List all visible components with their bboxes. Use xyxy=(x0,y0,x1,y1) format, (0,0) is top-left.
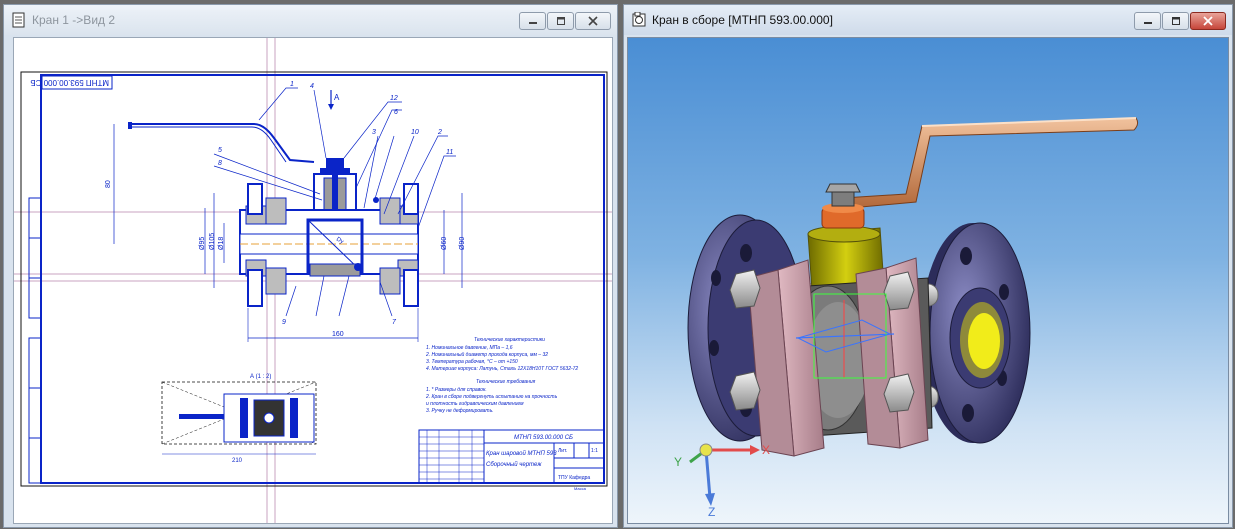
close-icon xyxy=(588,16,598,26)
minimize-icon xyxy=(1143,22,1152,24)
view-label-a-small: А (1 : 2) xyxy=(250,374,271,380)
pos-6: 6 xyxy=(394,109,398,116)
pos-1: 1 xyxy=(290,81,294,88)
pos-10: 10 xyxy=(411,129,419,136)
pos-12: 12 xyxy=(390,95,398,102)
title-block-org: ТПУ Кафедра xyxy=(558,475,590,481)
assembly-icon xyxy=(632,12,646,28)
dim-dia-b: Ø105 xyxy=(209,233,216,250)
req-4: 3. Ручку не деформировать. xyxy=(426,408,494,414)
maximize-button-model[interactable] xyxy=(1162,12,1189,30)
minimize-button[interactable] xyxy=(519,12,546,30)
drawing-window[interactable]: Кран 1 ->Вид 2 МТНП 593.00.000 СБ 80 Ø95… xyxy=(3,4,618,528)
pos-9: 9 xyxy=(282,319,286,326)
title-block-mass: Масса xyxy=(574,486,587,491)
3d-viewport[interactable]: X Y Z xyxy=(627,37,1229,524)
drawing-window-title: Кран 1 ->Вид 2 xyxy=(32,13,116,27)
minimize-button-model[interactable] xyxy=(1134,12,1161,30)
dim-dia-d: Ø60 xyxy=(441,237,448,250)
dim-dia-c: Ø18 xyxy=(218,237,225,250)
note-3: 3. Температура рабочая, °С – от +150 xyxy=(426,359,518,365)
dim-dia-e: Ø90 xyxy=(459,237,466,250)
req-1: 1. * Размеры для справок. xyxy=(426,387,487,393)
code-stamp: МТНП 593.00.000 СБ xyxy=(30,78,109,87)
dim-overall: 160 xyxy=(332,331,344,338)
close-button[interactable] xyxy=(575,12,611,30)
title-block-scale: 1:1 xyxy=(591,448,598,454)
drawing-window-titlebar[interactable]: Кран 1 ->Вид 2 xyxy=(4,5,617,35)
axis-y-label: Y xyxy=(674,455,682,469)
pos-2: 2 xyxy=(437,129,442,136)
view-label-a: А xyxy=(334,93,340,102)
dim-dia-a: Ø95 xyxy=(199,237,206,250)
title-block-lit: Лит. xyxy=(558,448,567,454)
axis-z-label: Z xyxy=(708,505,715,519)
drawing-canvas[interactable]: МТНП 593.00.000 СБ 80 Ø95 Ø105 Ø18 Ø60 Ø… xyxy=(13,37,613,524)
title-block-name-2: Сборочный чертеж xyxy=(486,461,542,468)
title-block-name-1: Кран шаровой МТНП 593 xyxy=(486,450,557,457)
notes-title: Технические характеристики xyxy=(474,337,545,343)
axis-triad: X Y Z xyxy=(674,443,770,519)
close-icon xyxy=(1203,16,1213,26)
req-title: Технические требования xyxy=(476,379,536,385)
dim-bottom-len: 210 xyxy=(232,458,243,464)
note-4: 4. Материал корпуса: Латунь, Сталь 12Х18… xyxy=(426,366,578,372)
axis-x-label: X xyxy=(762,443,770,457)
pos-8: 8 xyxy=(218,160,222,167)
close-button-model[interactable] xyxy=(1190,12,1226,30)
title-block-code: МТНП 593.00.000 СБ xyxy=(514,435,573,441)
note-1: 1. Номинальное давление, МПа – 1,6 xyxy=(426,345,513,351)
restore-icon xyxy=(556,17,565,25)
req-3: и плотность гидравлическим давлением xyxy=(426,401,524,407)
model-window[interactable]: Кран в сборе [МТНП 593.00.000] X Y Z xyxy=(623,4,1233,528)
note-2: 2. Номинальный диаметр прохода корпуса, … xyxy=(425,351,548,358)
pos-4: 4 xyxy=(310,83,314,90)
document-icon xyxy=(12,12,26,28)
notes-block: Технические характеристики 1. Номинально… xyxy=(425,337,578,414)
dim-height: 80 xyxy=(105,180,112,188)
restore-icon xyxy=(1171,17,1180,25)
minimize-icon xyxy=(528,22,537,24)
model-window-title: Кран в сборе [МТНП 593.00.000] xyxy=(652,13,833,27)
req-2: 2. Кран в сборе подвергнуть испытанию на… xyxy=(425,394,558,400)
pos-3: 3 xyxy=(372,129,376,136)
pos-7: 7 xyxy=(392,319,397,326)
pos-11: 11 xyxy=(446,149,453,156)
model-window-titlebar[interactable]: Кран в сборе [МТНП 593.00.000] xyxy=(624,5,1232,35)
pos-5: 5 xyxy=(218,147,222,154)
maximize-button[interactable] xyxy=(547,12,574,30)
